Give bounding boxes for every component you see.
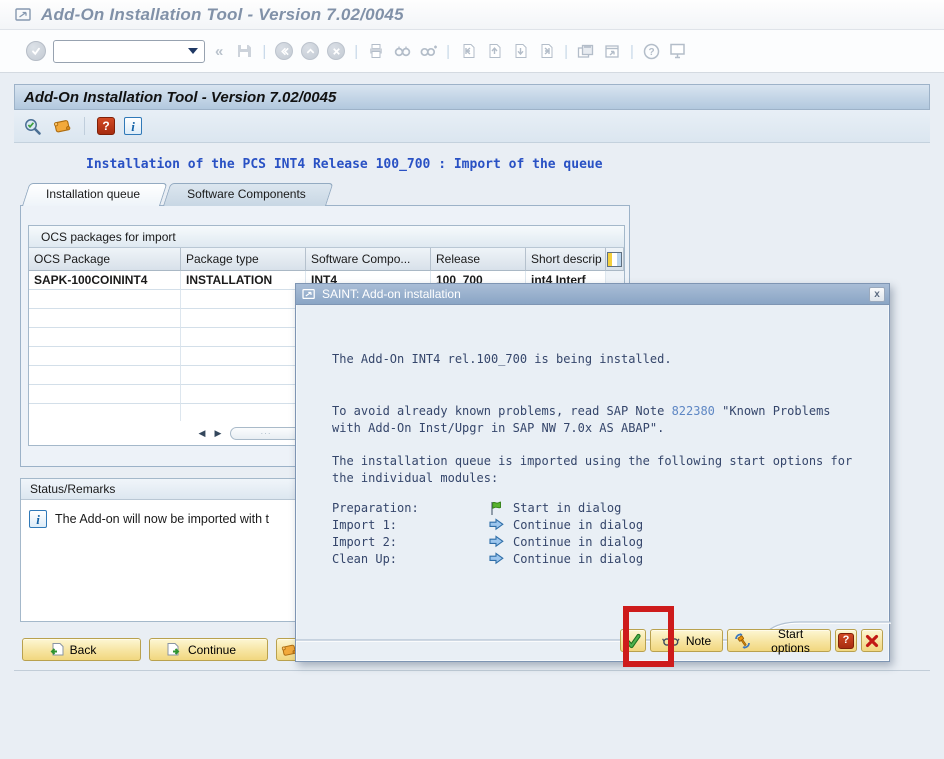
scroll-right-icon[interactable]: ▶ xyxy=(210,425,226,441)
blue-arrow-icon xyxy=(489,518,504,531)
blue-arrow-icon xyxy=(489,552,504,565)
col-package-type[interactable]: Package type xyxy=(181,248,306,271)
grid-header-row: OCS Package Package type Software Compo.… xyxy=(29,248,624,271)
back-page-icon xyxy=(49,642,64,658)
green-flag-icon xyxy=(489,501,504,516)
back-button[interactable]: Back xyxy=(22,638,141,661)
dialog-text-note2: with Add-On Inst/Upgr in SAP NW 7.0x AS … xyxy=(332,421,664,435)
start-options-button[interactable]: Start options xyxy=(727,629,831,652)
find-next-icon[interactable] xyxy=(419,42,437,60)
grid-caption: OCS packages for import xyxy=(29,226,624,248)
print-icon[interactable] xyxy=(367,42,385,60)
module-row-cleanup: Clean Up: Continue in dialog xyxy=(296,552,889,569)
toolbar-separator xyxy=(84,117,85,135)
exit-icon[interactable] xyxy=(301,42,319,60)
toolbar-separator: | xyxy=(261,43,267,60)
command-field[interactable] xyxy=(53,40,205,63)
application-toolbar: ? i xyxy=(14,110,930,143)
svg-text:?: ? xyxy=(649,47,655,58)
tab-software-components[interactable]: Software Components xyxy=(163,183,326,206)
next-page-icon[interactable] xyxy=(511,42,529,60)
dialog-footer: Note Start options ? xyxy=(620,629,883,652)
dialog-help-button[interactable]: ? xyxy=(835,629,857,652)
col-short-description[interactable]: Short descrip xyxy=(526,248,606,271)
dialog-text-note: To avoid already known problems, read SA… xyxy=(332,404,831,418)
action-log-icon[interactable] xyxy=(52,117,72,135)
dialog-cancel-button[interactable] xyxy=(861,629,883,652)
dialog-close-icon[interactable]: x xyxy=(869,287,885,302)
dialog-titlebar[interactable]: SAINT: Add-on installation x xyxy=(296,284,889,305)
status-message-line: Installation of the PCS INT4 Release 100… xyxy=(86,157,603,172)
information-icon[interactable]: i xyxy=(124,117,142,135)
dialog-title: SAINT: Add-on installation xyxy=(322,287,461,301)
last-page-icon[interactable] xyxy=(537,42,555,60)
find-icon[interactable] xyxy=(393,42,411,60)
blue-arrow-icon xyxy=(489,535,504,548)
previous-page-icon[interactable] xyxy=(485,42,503,60)
continue-page-icon xyxy=(167,642,182,658)
dialog-text-installed: The Add-On INT4 rel.100_700 is being ins… xyxy=(332,352,672,366)
enter-icon[interactable] xyxy=(26,41,46,61)
tabstrip: Installation queue Software Components xyxy=(22,183,326,206)
module-row-import2: Import 2: Continue in dialog xyxy=(296,535,889,552)
toolbar-separator: | xyxy=(445,43,451,60)
customize-layout-icon[interactable] xyxy=(669,42,687,60)
toolbar-separator: | xyxy=(563,43,569,60)
display-logs-icon[interactable] xyxy=(23,117,43,136)
dialog-text-queue2: the individual modules: xyxy=(332,471,498,485)
col-release[interactable]: Release xyxy=(431,248,526,271)
new-session-icon[interactable] xyxy=(577,42,595,60)
cancel-icon[interactable] xyxy=(327,42,345,60)
glasses-icon xyxy=(662,635,680,647)
back-icon[interactable] xyxy=(275,42,293,60)
saint-dialog: SAINT: Add-on installation x The Add-On … xyxy=(295,283,890,662)
table-settings-icon[interactable] xyxy=(607,252,622,267)
red-x-icon xyxy=(865,634,879,648)
scrollbar-thumb[interactable]: ··· xyxy=(230,427,302,440)
first-page-icon[interactable] xyxy=(459,42,477,60)
status-panel-message: The Add-on will now be imported with t xyxy=(55,510,269,526)
green-check-icon xyxy=(624,633,642,649)
dialog-text-queue1: The installation queue is imported using… xyxy=(332,454,852,468)
sap-note-link[interactable]: 822380 xyxy=(672,404,715,418)
create-shortcut-icon[interactable] xyxy=(603,42,621,60)
col-software-component[interactable]: Software Compo... xyxy=(306,248,431,271)
help-book-icon[interactable]: ? xyxy=(97,117,115,135)
grid-config-cell xyxy=(606,248,624,271)
col-ocs-package[interactable]: OCS Package xyxy=(29,248,181,271)
toolbar-separator: | xyxy=(353,43,359,60)
system-toolbar: « | | | xyxy=(0,30,944,73)
collapse-toolbar-icon[interactable]: « xyxy=(215,43,223,60)
tab-installation-queue[interactable]: Installation queue xyxy=(22,183,160,206)
dialog-window-icon xyxy=(302,288,316,300)
module-row-preparation: Preparation: Start in dialog xyxy=(296,501,889,518)
chevron-down-icon[interactable] xyxy=(188,48,198,54)
window-title: Add-On Installation Tool - Version 7.02/… xyxy=(41,5,404,25)
screen-title: Add-On Installation Tool - Version 7.02/… xyxy=(14,84,930,110)
toolbar-separator: | xyxy=(629,43,635,60)
start-options-icon xyxy=(734,633,751,649)
continue-button[interactable]: Continue xyxy=(149,638,268,661)
save-icon[interactable] xyxy=(235,42,253,60)
info-icon: i xyxy=(29,510,47,528)
screen-bottom-border xyxy=(14,670,930,671)
screen-footer: Back Continue xyxy=(22,638,302,661)
help-icon[interactable]: ? xyxy=(643,42,661,60)
scroll-left-icon[interactable]: ◀ xyxy=(194,425,210,441)
confirm-button[interactable] xyxy=(620,629,646,652)
sap-screen-icon xyxy=(15,7,32,22)
window-titlebar: Add-On Installation Tool - Version 7.02/… xyxy=(0,0,944,30)
help-book-icon: ? xyxy=(838,633,854,649)
note-button[interactable]: Note xyxy=(650,629,723,652)
module-row-import1: Import 1: Continue in dialog xyxy=(296,518,889,535)
